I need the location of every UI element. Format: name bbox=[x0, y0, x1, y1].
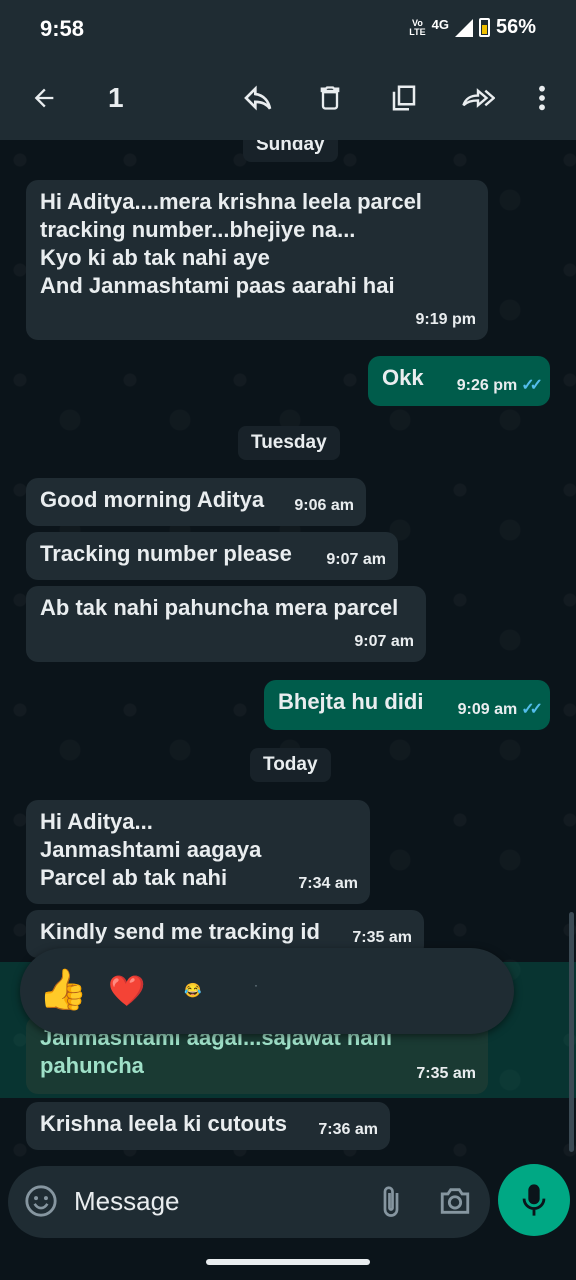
date-chip: Sunday bbox=[243, 140, 338, 162]
message-placeholder: Message bbox=[74, 1186, 180, 1216]
more-reactions[interactable]: · bbox=[254, 978, 258, 992]
message-text: Ab tak nahi pahuncha mera parcel bbox=[40, 595, 399, 620]
message-time: 9:07 am bbox=[354, 633, 414, 650]
back-arrow-icon[interactable] bbox=[24, 78, 64, 118]
date-chip: Tuesday bbox=[238, 426, 340, 460]
message-time: 7:34 am bbox=[298, 875, 358, 892]
attach-icon[interactable] bbox=[376, 1184, 406, 1225]
read-receipt-icon: ✓✓ bbox=[521, 701, 543, 718]
signal-icon bbox=[454, 18, 473, 37]
laughing-reaction[interactable]: 😂 bbox=[184, 982, 201, 999]
home-gesture-handle[interactable] bbox=[206, 1259, 370, 1265]
message-time-row: 9:09 am ✓✓ bbox=[457, 696, 543, 724]
heart-reaction[interactable]: ❤️ bbox=[108, 974, 145, 1009]
message-time: 7:35 am bbox=[416, 1065, 476, 1082]
message-bubble[interactable]: Ab tak nahi pahuncha mera parcel 9:07 am bbox=[26, 586, 426, 662]
message-bubble[interactable]: Hi Aditya....mera krishna leela parcel t… bbox=[26, 180, 488, 340]
message-bubble[interactable]: Hi Aditya... Janmashtami aagaya Parcel a… bbox=[26, 800, 370, 904]
copy-icon[interactable] bbox=[384, 78, 424, 118]
selected-count: 1 bbox=[108, 82, 124, 113]
message-bubble[interactable]: Okk 9:26 pm ✓✓ bbox=[368, 356, 550, 406]
battery-percent: 56% bbox=[495, 16, 536, 38]
message-bubble[interactable]: Bhejta hu didi 9:09 am ✓✓ bbox=[264, 680, 550, 730]
scrollbar[interactable] bbox=[569, 912, 574, 1152]
message-time: 9:07 am bbox=[326, 551, 386, 568]
message-input[interactable]: Message bbox=[8, 1166, 490, 1238]
battery-icon bbox=[478, 18, 490, 37]
forward-icon[interactable] bbox=[458, 78, 498, 118]
reaction-picker: 👍 ❤️ 😂 · bbox=[20, 948, 514, 1034]
message-time: 7:36 am bbox=[318, 1121, 378, 1138]
message-text: Hi Aditya....mera krishna leela parcel t… bbox=[40, 189, 422, 298]
microphone-button[interactable] bbox=[498, 1164, 570, 1236]
selection-toolbar: 1 bbox=[0, 56, 576, 140]
message-bubble[interactable]: Krishna leela ki cutouts 7:36 am bbox=[26, 1102, 390, 1150]
compose-bar: Message bbox=[0, 1162, 576, 1242]
reply-icon[interactable] bbox=[238, 78, 278, 118]
microphone-icon bbox=[522, 1184, 546, 1216]
status-bar: 9:58 Vo LTE 4G 56% bbox=[0, 0, 576, 56]
message-time: 9:26 pm bbox=[456, 377, 518, 394]
message-time: 9:19 pm bbox=[415, 311, 476, 328]
system-nav-bar bbox=[0, 1242, 576, 1280]
camera-icon[interactable] bbox=[438, 1186, 472, 1221]
emoji-icon[interactable] bbox=[24, 1184, 58, 1223]
message-bubble[interactable]: Tracking number please 9:07 am bbox=[26, 532, 398, 580]
status-time: 9:58 bbox=[40, 16, 85, 41]
message-time-row: 9:26 pm ✓✓ bbox=[456, 372, 543, 400]
thumbs-up-reaction[interactable]: 👍 bbox=[38, 966, 88, 1013]
status-indicators: Vo LTE 4G 56% bbox=[409, 16, 536, 39]
message-time: 9:09 am bbox=[457, 701, 518, 718]
read-receipt-icon: ✓✓ bbox=[521, 377, 543, 394]
message-bubble[interactable]: Good morning Aditya 9:06 am bbox=[26, 478, 366, 526]
more-options-icon[interactable] bbox=[522, 78, 562, 118]
volte-icon: Vo LTE bbox=[409, 17, 426, 37]
network-type: 4G bbox=[431, 17, 449, 32]
date-chip: Today bbox=[250, 748, 331, 782]
message-time: 9:06 am bbox=[294, 497, 354, 514]
delete-icon[interactable] bbox=[310, 78, 350, 118]
